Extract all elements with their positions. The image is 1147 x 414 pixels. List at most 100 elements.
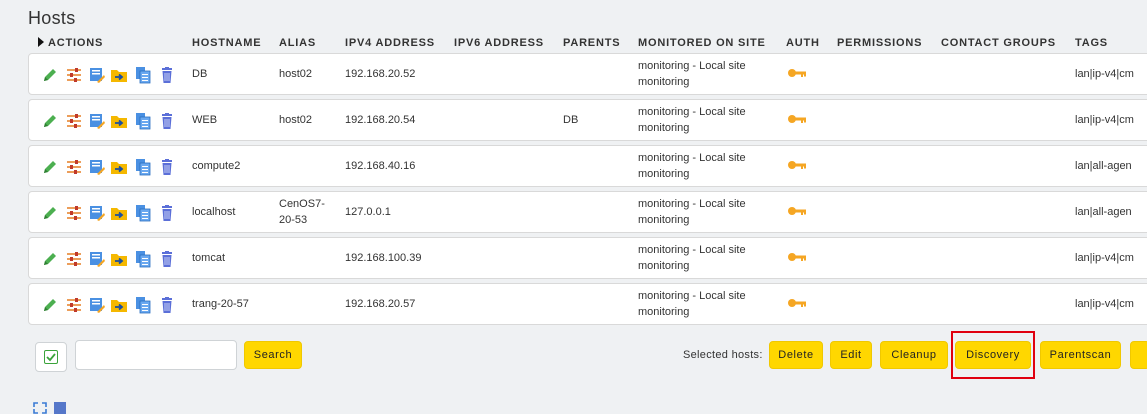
table-row[interactable]: trang-20-57 192.168.20.57 monitoring - Loc… [28, 283, 1147, 325]
header-ipv4[interactable]: IPV4 ADDRESS [345, 37, 435, 49]
services-icon[interactable] [88, 66, 106, 84]
hostname-cell[interactable]: DB [192, 66, 207, 82]
site-cell: monitoring - Local site [638, 106, 746, 118]
hostname-cell[interactable]: compute2 [192, 158, 240, 174]
parameters-icon[interactable] [65, 158, 83, 176]
tags-cell: lan|all-agen [1075, 206, 1132, 218]
move-folder-icon[interactable] [110, 204, 128, 222]
header-tags[interactable]: TAGS [1075, 37, 1108, 49]
site-cell: monitoring - Local site [638, 290, 746, 302]
tags-cell: lan|ip-v4|cm [1075, 68, 1134, 80]
parameters-icon[interactable] [65, 250, 83, 268]
site-cell-line2: monitoring [638, 168, 690, 180]
tags-cell: lan|ip-v4|cm [1075, 252, 1134, 264]
table-row[interactable]: tomcat 192.168.100.39 monitoring - Local s… [28, 237, 1147, 279]
services-icon[interactable] [88, 204, 106, 222]
clone-icon[interactable] [134, 158, 152, 176]
edit-pencil-icon[interactable] [41, 66, 59, 84]
delete-trash-icon[interactable] [158, 66, 176, 84]
discovery-highlight [951, 331, 1035, 379]
expand-icon[interactable] [33, 402, 47, 414]
alias-cell: host02 [279, 68, 313, 80]
table-row[interactable]: localhost CenOS7- 20-53 127.0.0.1 monitoring… [28, 191, 1147, 233]
ipv4-cell: 192.168.20.54 [345, 114, 416, 126]
header-actions[interactable]: ACTIONS [38, 37, 103, 49]
clone-icon[interactable] [134, 204, 152, 222]
hostname-cell[interactable]: WEB [192, 112, 217, 128]
move-folder-icon[interactable] [110, 66, 128, 84]
clone-icon[interactable] [134, 66, 152, 84]
parameters-icon[interactable] [65, 204, 83, 222]
header-alias[interactable]: ALIAS [279, 37, 316, 49]
hostname-cell[interactable]: tomcat [192, 250, 225, 266]
services-icon[interactable] [88, 158, 106, 176]
edit-pencil-icon[interactable] [41, 204, 59, 222]
delete-trash-icon[interactable] [158, 112, 176, 130]
edit-pencil-icon[interactable] [41, 158, 59, 176]
alias-cell: CenOS7- [279, 198, 325, 210]
key-icon [787, 112, 807, 126]
move-folder-icon[interactable] [110, 158, 128, 176]
clone-icon[interactable] [134, 296, 152, 314]
header-ipv6[interactable]: IPV6 ADDRESS [454, 37, 544, 49]
delete-trash-icon[interactable] [158, 158, 176, 176]
services-icon[interactable] [88, 296, 106, 314]
services-icon[interactable] [88, 112, 106, 130]
table-row[interactable]: DB host02 192.168.20.52 monitoring - Local … [28, 53, 1147, 95]
parameters-icon[interactable] [65, 66, 83, 84]
alias-cell-line2: 20-53 [279, 214, 308, 226]
search-button[interactable]: Search [244, 341, 302, 369]
move-folder-icon[interactable] [110, 296, 128, 314]
hostname-cell[interactable]: trang-20-57 [192, 296, 249, 312]
site-cell-line2: monitoring [638, 260, 690, 272]
delete-trash-icon[interactable] [158, 250, 176, 268]
ipv4-cell: 127.0.0.1 [345, 206, 391, 218]
key-icon [787, 66, 807, 80]
select-all-checkbox[interactable] [35, 342, 67, 372]
page-title: Hosts [28, 8, 76, 28]
sidebar-toggle-icon[interactable] [54, 402, 66, 414]
key-icon [787, 296, 807, 310]
selected-hosts-label: Selected hosts: [683, 349, 763, 361]
checkbox-icon [44, 350, 58, 364]
key-icon [787, 250, 807, 264]
table-row[interactable]: compute2 192.168.40.16 monitoring - Local … [28, 145, 1147, 187]
edit-pencil-icon[interactable] [41, 112, 59, 130]
header-contact-groups[interactable]: CONTACT GROUPS [941, 37, 1056, 49]
edit-pencil-icon[interactable] [41, 250, 59, 268]
site-cell: monitoring - Local site [638, 198, 746, 210]
site-cell-line2: monitoring [638, 306, 690, 318]
header-hostname[interactable]: HOSTNAME [192, 37, 261, 49]
header-parents[interactable]: PARENTS [563, 37, 620, 49]
more-button[interactable] [1130, 341, 1147, 369]
tags-cell: lan|all-agen [1075, 160, 1132, 172]
header-site[interactable]: MONITORED ON SITE [638, 37, 766, 49]
move-folder-icon[interactable] [110, 112, 128, 130]
tags-cell: lan|ip-v4|cm [1075, 298, 1134, 310]
table-header: ACTIONS HOSTNAME ALIAS IPV4 ADDRESS IPV6… [28, 37, 1147, 51]
search-input[interactable] [75, 340, 237, 370]
site-cell: monitoring - Local site [638, 152, 746, 164]
parentscan-button[interactable]: Parentscan [1040, 341, 1121, 369]
clone-icon[interactable] [134, 112, 152, 130]
delete-button[interactable]: Delete [769, 341, 823, 369]
services-icon[interactable] [88, 250, 106, 268]
table-row[interactable]: WEB host02 192.168.20.54 DB monitoring - Loc… [28, 99, 1147, 141]
header-permissions[interactable]: PERMISSIONS [837, 37, 922, 49]
hostname-cell[interactable]: localhost [192, 204, 235, 220]
cleanup-button[interactable]: Cleanup [880, 341, 948, 369]
edit-pencil-icon[interactable] [41, 296, 59, 314]
delete-trash-icon[interactable] [158, 204, 176, 222]
delete-trash-icon[interactable] [158, 296, 176, 314]
clone-icon[interactable] [134, 250, 152, 268]
edit-button[interactable]: Edit [830, 341, 872, 369]
site-cell: monitoring - Local site [638, 60, 746, 72]
site-cell-line2: monitoring [638, 214, 690, 226]
expand-triangle-icon[interactable] [38, 37, 44, 47]
ipv4-cell: 192.168.100.39 [345, 252, 422, 264]
header-auth[interactable]: AUTH [786, 37, 820, 49]
ipv4-cell: 192.168.20.57 [345, 298, 416, 310]
parameters-icon[interactable] [65, 112, 83, 130]
move-folder-icon[interactable] [110, 250, 128, 268]
parameters-icon[interactable] [65, 296, 83, 314]
